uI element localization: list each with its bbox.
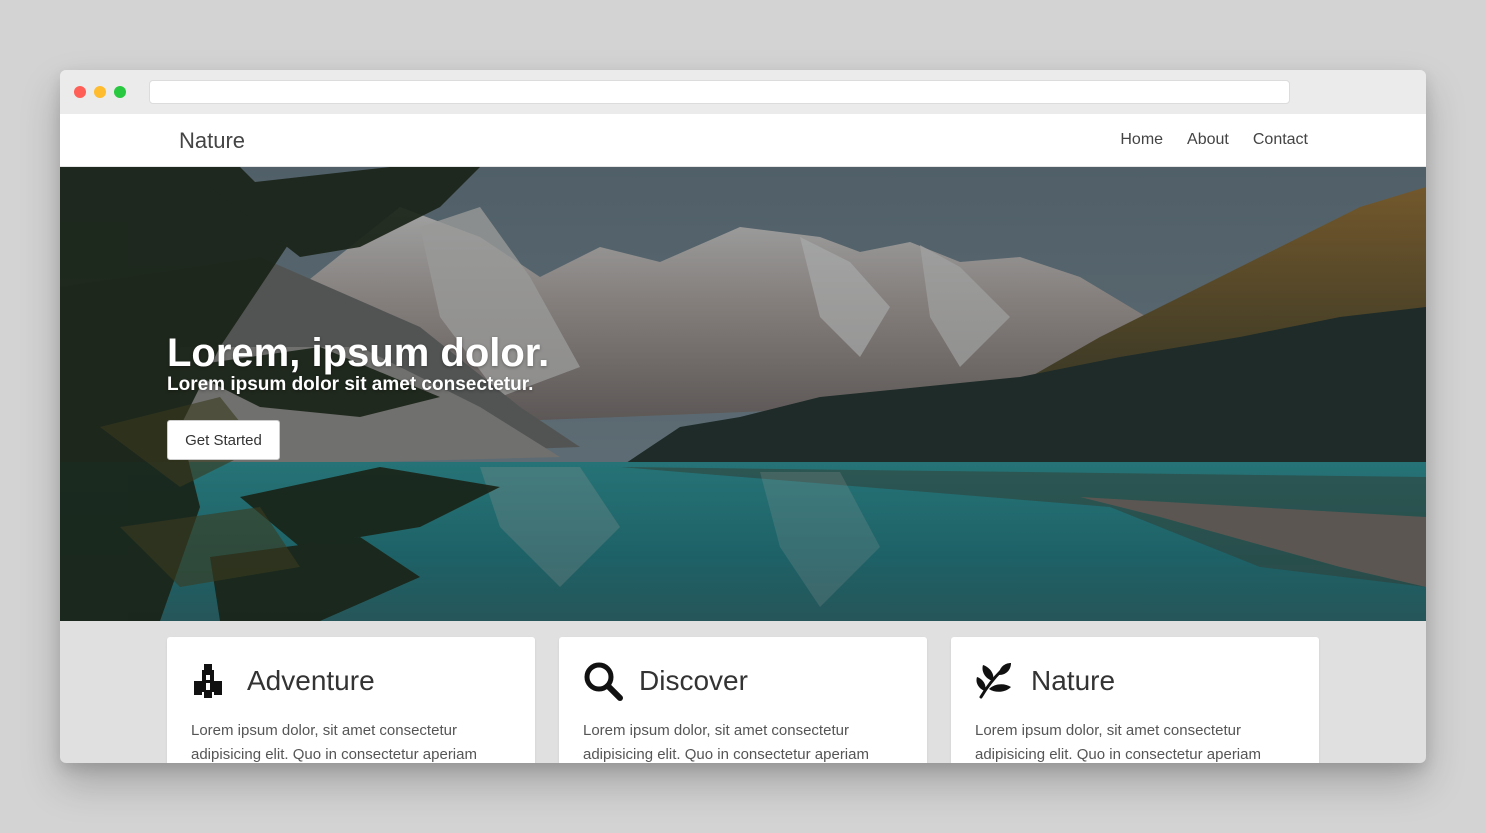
card-title: Adventure: [247, 665, 375, 696]
nav-link-contact[interactable]: Contact: [1253, 131, 1308, 149]
card-adventure[interactable]: Adventure Lorem ipsum dolor, sit amet co…: [167, 637, 535, 763]
nav-link-home[interactable]: Home: [1120, 131, 1163, 149]
maximize-window-button[interactable]: [114, 86, 126, 98]
leaf-icon: [976, 663, 1011, 699]
card-text: Lorem ipsum dolor, sit amet consectetur …: [975, 722, 1261, 763]
feature-cards: Adventure Lorem ipsum dolor, sit amet co…: [60, 621, 1426, 763]
hero-subtitle: Lorem ipsum dolor sit amet consectetur.: [167, 374, 534, 395]
nav-links: Home About Contact: [1120, 131, 1308, 149]
close-window-button[interactable]: [74, 86, 86, 98]
minimize-window-button[interactable]: [94, 86, 106, 98]
card-title: Discover: [639, 665, 748, 696]
get-started-button[interactable]: Get Started: [167, 420, 280, 460]
card-title: Nature: [1031, 665, 1116, 696]
hero-section: Lorem, ipsum dolor. Lorem ipsum dolor si…: [60, 167, 1426, 621]
card-text: Lorem ipsum dolor, sit amet consectetur …: [583, 722, 869, 763]
card-nature[interactable]: Nature Lorem ipsum dolor, sit amet conse…: [951, 637, 1319, 763]
address-bar[interactable]: [149, 80, 1290, 104]
browser-window: Nature Home About Contact Lorem, ipsum d…: [60, 70, 1426, 763]
brand-logo[interactable]: Nature: [179, 128, 245, 154]
rocket-icon: [194, 664, 222, 698]
site-navbar: Nature Home About Contact: [60, 114, 1426, 167]
nav-link-about[interactable]: About: [1187, 131, 1229, 149]
browser-titlebar: [60, 70, 1426, 114]
search-icon: [584, 662, 623, 701]
card-discover[interactable]: Discover Lorem ipsum dolor, sit amet con…: [559, 637, 927, 763]
card-text: Lorem ipsum dolor, sit amet consectetur …: [191, 722, 477, 763]
hero-title: Lorem, ipsum dolor.: [167, 331, 550, 375]
